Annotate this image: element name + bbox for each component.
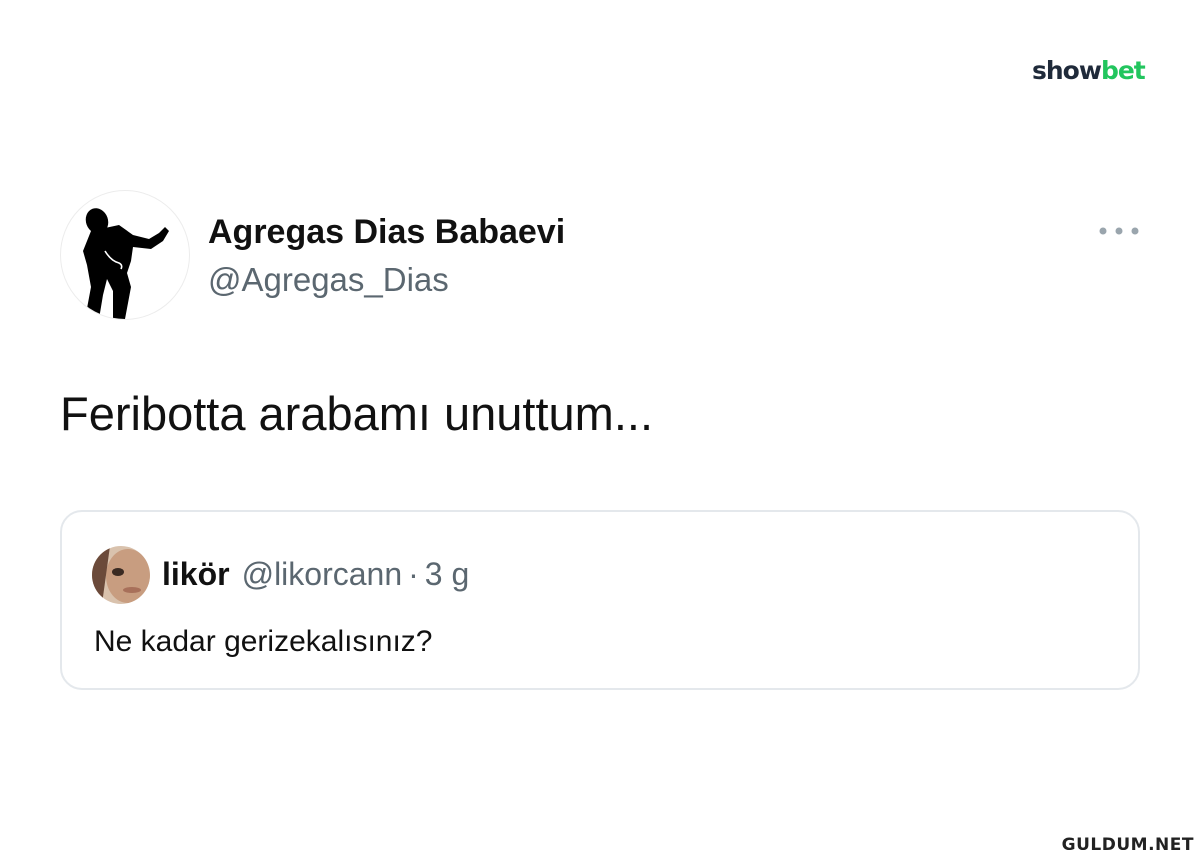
watermark: GULDUM.NET: [1061, 835, 1194, 855]
silhouette-avatar-icon: [83, 208, 169, 319]
brand-logo: showbet: [1032, 56, 1146, 86]
brand-logo-part2: bet: [1100, 56, 1146, 85]
author-handle[interactable]: @Agregas_Dias: [208, 258, 449, 302]
more-options-icon[interactable]: [1098, 224, 1140, 238]
quoted-author-avatar[interactable]: [92, 546, 150, 604]
quoted-author-handle[interactable]: @likorcann: [242, 556, 403, 592]
tweet-text: Feribotta arabamı unuttum...: [60, 387, 654, 440]
author-name[interactable]: Agregas Dias Babaevi: [208, 210, 565, 254]
quoted-tweet-time[interactable]: 3 g: [425, 556, 469, 592]
quoted-tweet-text: Ne kadar gerizekalısınız?: [94, 625, 433, 658]
face-avatar-icon: [92, 546, 150, 604]
quoted-tweet-header: likör @likorcann · 3 g: [162, 552, 469, 596]
quoted-tweet-card[interactable]: likör @likorcann · 3 g Ne kadar gerizekalıs…: [60, 510, 1140, 690]
brand-logo-part1: show: [1032, 56, 1102, 85]
header-separator: ·: [408, 556, 419, 592]
quoted-author-name[interactable]: likör: [162, 556, 230, 592]
author-avatar[interactable]: [60, 190, 190, 320]
